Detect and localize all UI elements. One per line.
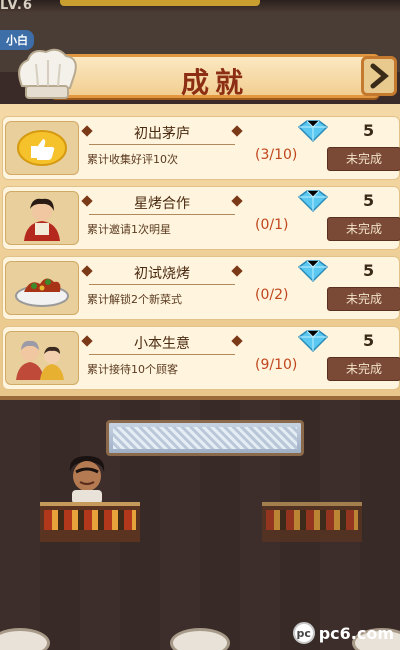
achievement-name: 小本生意 [134, 336, 190, 352]
diamond-icon [297, 120, 329, 143]
achievement-row: 星烤合作 累计邀请1次明星 (0/1) 5 未完成 [2, 186, 400, 250]
dining-table[interactable] [106, 420, 304, 456]
star-portrait [5, 191, 79, 245]
bbq-plate-icon [5, 261, 79, 315]
reward-amount: 5 [363, 261, 375, 280]
skewers [44, 510, 136, 530]
status-button[interactable]: 未完成 [327, 217, 400, 241]
thumbs-up-icon [5, 121, 79, 175]
status-button[interactable]: 未完成 [327, 147, 400, 171]
name-underline [89, 284, 235, 285]
customers-portrait [5, 331, 79, 385]
achievement-name: 初出茅庐 [134, 126, 190, 142]
achievement-row: 小本生意 累计接待10个顾客 (9/10) 5 未完成 [2, 326, 400, 390]
grill-stall[interactable] [262, 502, 362, 542]
close-button[interactable] [361, 56, 397, 96]
achievement-desc: 累计接待10个顾客 [87, 363, 178, 376]
page-title: 成就 [180, 66, 249, 99]
achievement-progress: (3/10) [255, 147, 298, 163]
status-button[interactable]: 未完成 [327, 287, 400, 311]
diamond-icon [297, 330, 329, 353]
reward-amount: 5 [363, 121, 375, 140]
reward-amount: 5 [363, 331, 375, 350]
achievement-progress: (0/1) [255, 217, 289, 233]
diamond-icon [297, 190, 329, 213]
title-ribbon: 成就 [50, 54, 380, 99]
chevron-right-icon [370, 63, 389, 89]
chef-hat-icon [18, 48, 77, 99]
watermark-text: pc6.com [318, 623, 394, 643]
status-button[interactable]: 未完成 [327, 357, 400, 381]
achievement-header: 成就 [12, 46, 397, 104]
diamond-icon [297, 260, 329, 283]
reward-amount: 5 [363, 191, 375, 210]
achievement-list: 初出茅庐 累计收集好评10次 (3/10) 5 未完成 星烤合作 累计邀请1次明… [0, 104, 400, 400]
grill-stall[interactable] [40, 502, 140, 542]
name-underline [89, 144, 235, 145]
chef-character[interactable] [62, 452, 112, 504]
skewers [266, 510, 358, 530]
top-gold-strip [60, 0, 260, 6]
achievement-desc: 累计收集好评10次 [87, 153, 178, 166]
achievement-progress: (0/2) [255, 287, 289, 303]
plate [170, 628, 230, 650]
watermark: pc pc6.com [292, 622, 394, 644]
achievement-desc: 累计解锁2个新菜式 [87, 293, 182, 306]
achievement-row: 初试烧烤 累计解锁2个新菜式 (0/2) 5 未完成 [2, 256, 400, 320]
achievement-name: 星烤合作 [134, 196, 190, 212]
achievement-name: 初试烧烤 [134, 266, 190, 282]
achievement-row: 初出茅庐 累计收集好评10次 (3/10) 5 未完成 [2, 116, 400, 180]
watermark-logo: pc [292, 622, 315, 644]
name-underline [89, 354, 235, 355]
name-underline [89, 214, 235, 215]
achievement-desc: 累计邀请1次明星 [87, 223, 171, 236]
achievement-progress: (9/10) [255, 357, 298, 373]
